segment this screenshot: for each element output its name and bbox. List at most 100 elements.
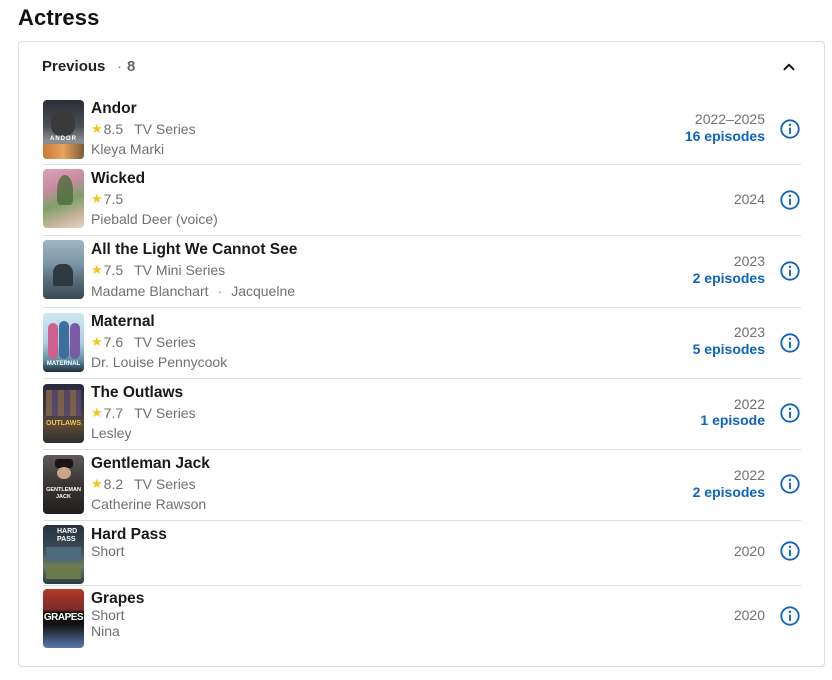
credit-type: Short <box>91 543 125 559</box>
info-icon[interactable] <box>779 605 801 627</box>
credit-year: 2024 <box>733 191 765 207</box>
role-name: Kleya Marki <box>91 141 165 157</box>
credit-title[interactable]: The Outlaws <box>91 384 183 402</box>
poster-caption: GENTLEMAN JACK <box>46 487 81 500</box>
credit-rating: 8.5 <box>103 121 124 137</box>
info-icon[interactable] <box>779 540 801 562</box>
role-name: Madame Blanchart <box>91 283 209 299</box>
card-header-label: Previous <box>42 58 106 75</box>
star-icon: ★ <box>91 405 103 420</box>
card-header-separator: · <box>117 58 122 75</box>
credit-type: TV Series <box>134 121 196 137</box>
credit-role: Kleya Marki <box>91 141 164 157</box>
credit-row-wicked[interactable]: Wicked ★ 7.5 Piebald Deer (voice) 2024 <box>43 165 801 236</box>
poster-caption: HARD PASS <box>57 528 78 543</box>
credit-title[interactable]: Wicked <box>91 170 145 188</box>
credit-rating: 7.5 <box>103 262 124 278</box>
star-icon: ★ <box>91 121 103 136</box>
info-icon[interactable] <box>779 260 801 282</box>
credit-type: TV Series <box>134 476 196 492</box>
credit-rating: 7.6 <box>103 334 124 350</box>
poster-caption: GRAPES <box>43 612 84 623</box>
credit-role: Nina <box>91 623 120 639</box>
credit-meta: Short <box>91 607 124 623</box>
chevron-up-icon[interactable] <box>780 58 798 76</box>
episodes-link[interactable]: 5 episodes <box>693 341 765 357</box>
poster-caption: OUTLAWS <box>46 420 81 427</box>
credit-rating: 7.7 <box>103 405 124 421</box>
episodes-link[interactable]: 2 episodes <box>693 484 765 500</box>
card-header-count: 8 <box>127 58 136 75</box>
card-header[interactable]: Previous · 8 <box>19 42 824 90</box>
credit-type: Short <box>91 607 125 623</box>
poster-hard-pass[interactable]: HARD PASS <box>43 525 84 584</box>
poster-the-outlaws[interactable]: OUTLAWS <box>43 384 84 443</box>
credit-title[interactable]: Gentleman Jack <box>91 455 210 473</box>
credit-year: 2020 <box>733 543 765 559</box>
credit-role: Lesley <box>91 425 131 441</box>
role-name: Jacquelne <box>231 283 296 299</box>
credit-year: 2022 <box>733 396 765 412</box>
credit-meta: ★ 8.2 TV Series <box>91 476 196 492</box>
credit-rating: 7.5 <box>103 191 124 207</box>
section-title: Actress <box>18 5 100 30</box>
role-separator: · <box>217 283 223 299</box>
credit-meta: ★ 7.5 TV Mini Series <box>91 262 225 278</box>
credit-title[interactable]: Maternal <box>91 313 155 331</box>
credit-row-the-outlaws[interactable]: OUTLAWS The Outlaws ★ 7.7 TV Series Lesl… <box>43 379 801 450</box>
role-name: Lesley <box>91 425 132 441</box>
credit-meta: ★ 7.5 <box>91 191 134 207</box>
credit-row-andor[interactable]: ANDOR Andor ★ 8.5 TV Series Kleya Marki … <box>43 98 801 165</box>
star-icon: ★ <box>91 476 103 491</box>
credit-meta: ★ 7.7 TV Series <box>91 405 196 421</box>
episodes-link[interactable]: 1 episode <box>700 412 765 428</box>
poster-all-the-light[interactable] <box>43 240 84 299</box>
credit-type: TV Mini Series <box>134 262 226 278</box>
poster-maternal[interactable]: MATERNAL <box>43 313 84 372</box>
credit-year: 2023 <box>733 253 765 269</box>
credit-row-all-the-light[interactable]: All the Light We Cannot See ★ 7.5 TV Min… <box>43 236 801 308</box>
credit-year: 2022–2025 <box>694 111 765 127</box>
info-icon[interactable] <box>779 118 801 140</box>
credit-row-hard-pass[interactable]: HARD PASS Hard Pass Short 2020 <box>43 521 801 586</box>
credit-title[interactable]: All the Light We Cannot See <box>91 241 297 259</box>
credit-row-maternal[interactable]: MATERNAL Maternal ★ 7.6 TV Series Dr. Lo… <box>43 308 801 379</box>
poster-caption: MATERNAL <box>46 361 81 367</box>
episodes-link[interactable]: 16 episodes <box>685 128 765 144</box>
episodes-link[interactable]: 2 episodes <box>693 270 765 286</box>
credit-rating: 8.2 <box>103 476 124 492</box>
info-icon[interactable] <box>779 402 801 424</box>
info-icon[interactable] <box>779 473 801 495</box>
poster-gentleman-jack[interactable]: GENTLEMAN JACK <box>43 455 84 514</box>
credit-role: Catherine Rawson <box>91 496 206 512</box>
credit-type: TV Series <box>134 405 196 421</box>
previous-credits-card: Previous · 8 ANDOR Andor ★ 8.5 TV Series… <box>18 41 825 667</box>
info-icon[interactable] <box>779 189 801 211</box>
poster-caption: ANDOR <box>50 136 77 142</box>
star-icon: ★ <box>91 262 103 277</box>
credit-meta: ★ 7.6 TV Series <box>91 334 196 350</box>
poster-grapes[interactable]: GRAPES <box>43 589 84 648</box>
role-name: Catherine Rawson <box>91 496 207 512</box>
credit-title[interactable]: Andor <box>91 100 137 118</box>
credit-row-gentleman-jack[interactable]: GENTLEMAN JACK Gentleman Jack ★ 8.2 TV S… <box>43 450 801 521</box>
credit-type: TV Series <box>134 334 196 350</box>
credit-role: Piebald Deer (voice) <box>91 211 218 227</box>
credit-role: Madame Blanchart · Jacquelne <box>91 283 295 299</box>
credit-title[interactable]: Hard Pass <box>91 526 167 544</box>
info-icon[interactable] <box>779 332 801 354</box>
role-name: Piebald Deer (voice) <box>91 211 218 227</box>
credit-year: 2022 <box>733 467 765 483</box>
poster-wicked[interactable] <box>43 169 84 228</box>
role-name: Nina <box>91 623 120 639</box>
credit-row-grapes[interactable]: GRAPES Grapes Short Nina 2020 <box>43 586 801 652</box>
credit-role: Dr. Louise Pennycook <box>91 354 227 370</box>
role-name: Dr. Louise Pennycook <box>91 354 228 370</box>
credit-meta: Short <box>91 543 124 559</box>
credit-title[interactable]: Grapes <box>91 590 144 608</box>
credit-year: 2020 <box>733 607 765 623</box>
poster-andor[interactable]: ANDOR <box>43 100 84 159</box>
credit-meta: ★ 8.5 TV Series <box>91 121 196 137</box>
star-icon: ★ <box>91 191 103 206</box>
star-icon: ★ <box>91 334 103 349</box>
